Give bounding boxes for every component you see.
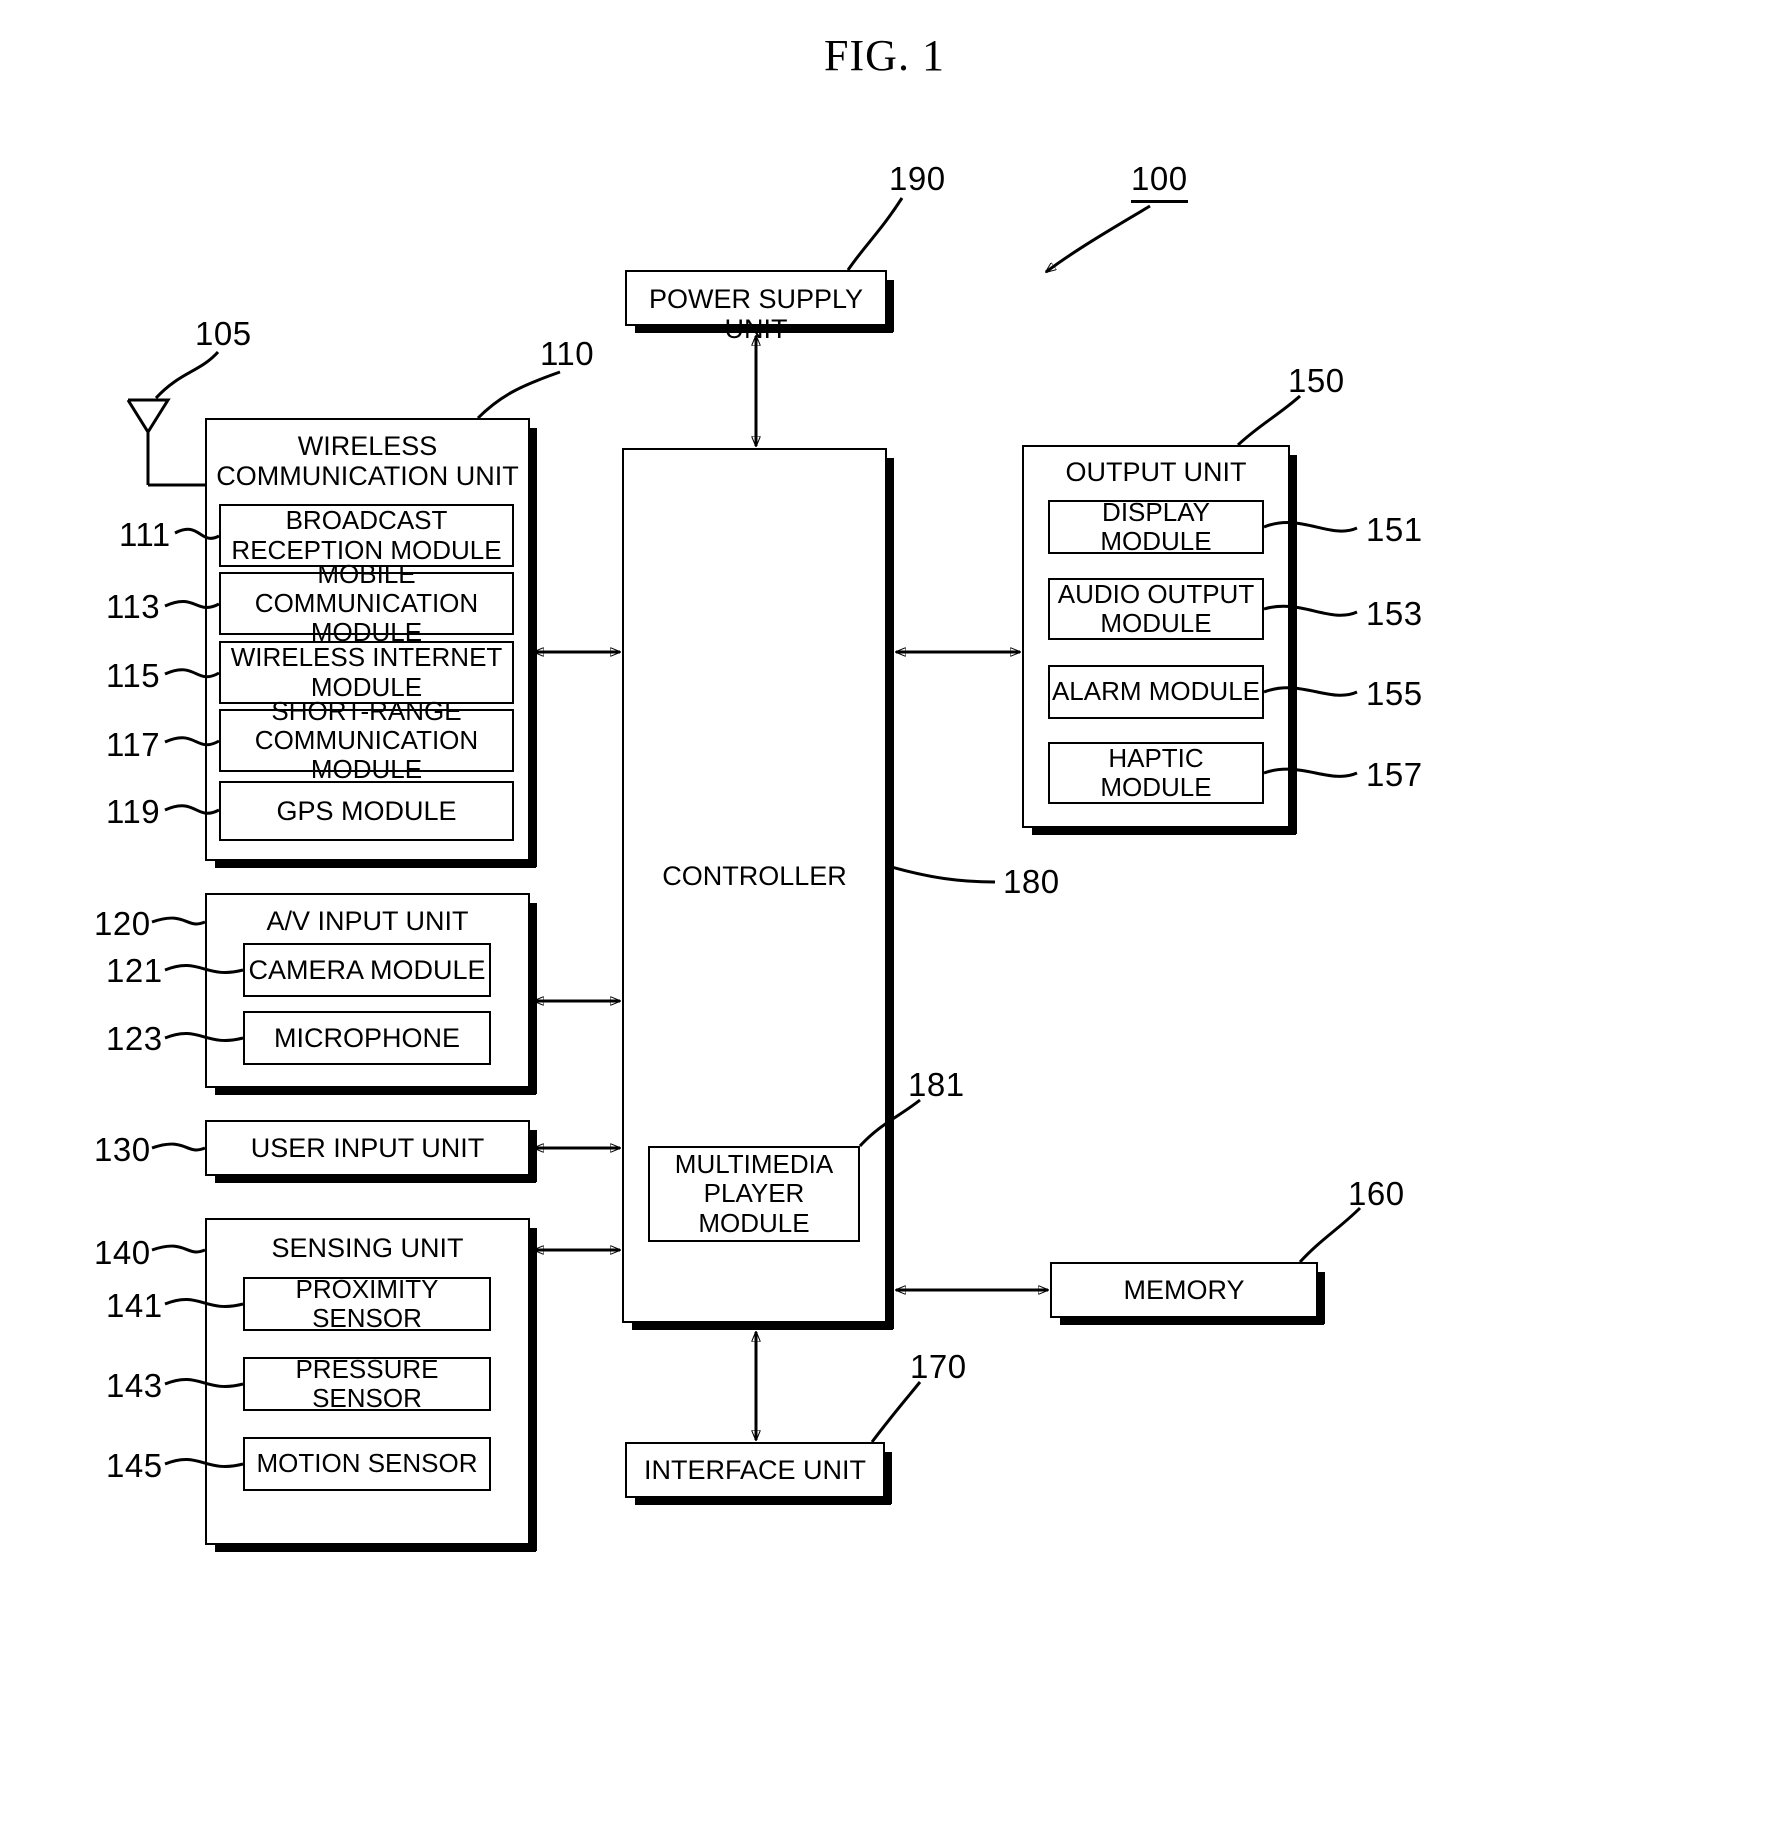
ref-123: 123 <box>106 1020 163 1057</box>
ref-140: 140 <box>94 1234 151 1271</box>
camera-module-label: CAMERA MODULE <box>248 954 486 985</box>
multimedia-player-module-label: MULTIMEDIA PLAYER MODULE <box>674 1149 834 1238</box>
power-supply-unit-block: POWER SUPPLY UNIT <box>625 270 894 344</box>
interface-unit-block: INTERFACE UNIT <box>625 1442 892 1505</box>
ref-121: 121 <box>106 952 163 989</box>
short-range-communication-module-block: SHORT-RANGE COMMUNICATION MODULE <box>219 696 514 784</box>
microphone-block: MICROPHONE <box>243 1011 491 1065</box>
wireless-internet-module-block: WIRELESS INTERNET MODULE <box>219 641 514 704</box>
ref-141: 141 <box>106 1287 163 1324</box>
gps-module-block: GPS MODULE <box>219 781 514 841</box>
ref-115: 115 <box>106 657 161 694</box>
microphone-label: MICROPHONE <box>273 1022 460 1053</box>
alarm-module-label: ALARM MODULE <box>1051 676 1261 707</box>
antenna-icon <box>126 398 207 487</box>
haptic-module-label: HAPTIC MODULE <box>1100 742 1212 802</box>
gps-module-label: GPS MODULE <box>276 795 457 826</box>
short-range-communication-module-label: SHORT-RANGE COMMUNICATION MODULE <box>254 695 479 785</box>
ref-120: 120 <box>94 905 151 942</box>
audio-output-module-block: AUDIO OUTPUT MODULE <box>1048 578 1264 640</box>
proximity-sensor-label: PROXIMITY SENSOR <box>295 1273 439 1333</box>
motion-sensor-block: MOTION SENSOR <box>243 1437 491 1491</box>
memory-block: MEMORY <box>1050 1262 1325 1325</box>
wireless-communication-unit-label: WIRELESS COMMUNICATION UNIT <box>216 431 519 491</box>
ref-157: 157 <box>1366 756 1423 793</box>
ref-113: 113 <box>106 588 161 625</box>
ref-145: 145 <box>106 1447 163 1484</box>
broadcast-reception-module-block: BROADCAST RECEPTION MODULE <box>219 504 514 567</box>
ref-150: 150 <box>1288 362 1345 399</box>
camera-module-block: CAMERA MODULE <box>243 943 491 997</box>
patent-figure-canvas: FIG. 1 POWER SUPPLY UNIT 190 100 WIRELES… <box>0 0 1769 1843</box>
proximity-sensor-block: PROXIMITY SENSOR <box>243 1273 491 1333</box>
ref-130: 130 <box>94 1131 151 1168</box>
figure-title: FIG. 1 <box>824 31 945 80</box>
ref-181: 181 <box>908 1066 965 1103</box>
ref-110: 110 <box>540 335 595 372</box>
mobile-communication-module-block: MOBILE COMMUNICATION MODULE <box>219 559 514 647</box>
ref-143: 143 <box>106 1367 163 1404</box>
broadcast-reception-module-label: BROADCAST RECEPTION MODULE <box>231 505 502 565</box>
sensing-unit-label: SENSING UNIT <box>271 1233 464 1263</box>
multimedia-player-module-block: MULTIMEDIA PLAYER MODULE <box>648 1146 860 1242</box>
ref-100: 100 <box>1131 160 1188 203</box>
pressure-sensor-label: PRESSURE SENSOR <box>295 1353 439 1413</box>
interface-unit-label: INTERFACE UNIT <box>643 1454 866 1485</box>
ref-151: 151 <box>1366 511 1423 548</box>
ref-153: 153 <box>1366 595 1423 632</box>
ref-119: 119 <box>106 793 161 830</box>
display-module-label: DISPLAY MODULE <box>1100 496 1212 556</box>
av-input-unit-label: A/V INPUT UNIT <box>266 906 469 936</box>
ref-111: 111 <box>119 516 171 553</box>
power-supply-unit-label: POWER SUPPLY UNIT <box>648 284 864 344</box>
ref-160: 160 <box>1348 1175 1405 1212</box>
user-input-unit-label: USER INPUT UNIT <box>250 1132 485 1163</box>
alarm-module-block: ALARM MODULE <box>1048 665 1264 719</box>
haptic-module-block: HAPTIC MODULE <box>1048 742 1264 804</box>
ref-155: 155 <box>1366 675 1423 712</box>
controller-label: CONTROLLER <box>662 861 847 891</box>
user-input-unit-block: USER INPUT UNIT <box>205 1120 537 1183</box>
mobile-communication-module-label: MOBILE COMMUNICATION MODULE <box>254 558 479 648</box>
display-module-block: DISPLAY MODULE <box>1048 496 1264 556</box>
motion-sensor-label: MOTION SENSOR <box>256 1448 478 1479</box>
ref-105: 105 <box>195 315 252 352</box>
output-unit-label: OUTPUT UNIT <box>1065 457 1247 487</box>
ref-190: 190 <box>889 160 946 197</box>
audio-output-module-label: AUDIO OUTPUT MODULE <box>1057 578 1255 638</box>
ref-117: 117 <box>106 726 161 763</box>
ref-180: 180 <box>1003 863 1060 900</box>
ref-170: 170 <box>910 1348 967 1385</box>
wireless-internet-module-label: WIRELESS INTERNET MODULE <box>230 642 503 702</box>
pressure-sensor-block: PRESSURE SENSOR <box>243 1353 491 1413</box>
memory-label: MEMORY <box>1123 1274 1245 1305</box>
